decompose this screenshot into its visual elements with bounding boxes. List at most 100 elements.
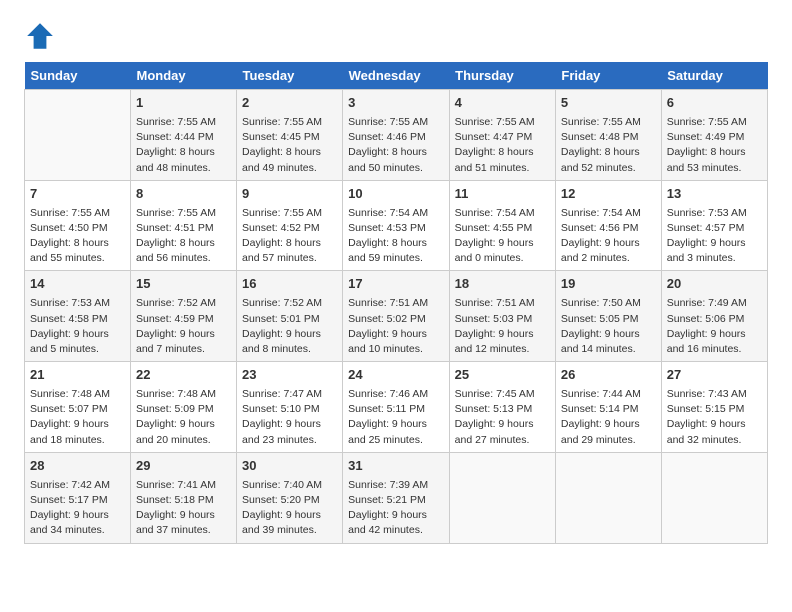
calendar-cell: 17 Sunrise: 7:51 AM Sunset: 5:02 PM Dayli…	[343, 271, 450, 362]
day-number: 25	[455, 366, 550, 385]
day-number: 27	[667, 366, 762, 385]
day-number: 14	[30, 275, 125, 294]
week-row-3: 14 Sunrise: 7:53 AM Sunset: 4:58 PM Dayli…	[25, 271, 768, 362]
day-info: Sunrise: 7:48 AM Sunset: 5:07 PM Dayligh…	[30, 387, 125, 448]
week-row-4: 21 Sunrise: 7:48 AM Sunset: 5:07 PM Dayli…	[25, 362, 768, 453]
day-number: 3	[348, 94, 444, 113]
day-number: 4	[455, 94, 550, 113]
day-number: 10	[348, 185, 444, 204]
day-number: 2	[242, 94, 337, 113]
logo	[24, 20, 62, 52]
day-number: 13	[667, 185, 762, 204]
logo-icon	[24, 20, 56, 52]
calendar-cell: 21 Sunrise: 7:48 AM Sunset: 5:07 PM Dayli…	[25, 362, 131, 453]
day-header-monday: Monday	[131, 62, 237, 90]
day-number: 22	[136, 366, 231, 385]
day-info: Sunrise: 7:52 AM Sunset: 5:01 PM Dayligh…	[242, 296, 337, 357]
day-number: 19	[561, 275, 656, 294]
day-number: 30	[242, 457, 337, 476]
calendar-cell: 16 Sunrise: 7:52 AM Sunset: 5:01 PM Dayli…	[237, 271, 343, 362]
day-info: Sunrise: 7:51 AM Sunset: 5:02 PM Dayligh…	[348, 296, 444, 357]
calendar-cell: 4 Sunrise: 7:55 AM Sunset: 4:47 PM Daylig…	[449, 90, 555, 181]
calendar-cell: 24 Sunrise: 7:46 AM Sunset: 5:11 PM Dayli…	[343, 362, 450, 453]
calendar-cell: 27 Sunrise: 7:43 AM Sunset: 5:15 PM Dayli…	[661, 362, 767, 453]
day-info: Sunrise: 7:55 AM Sunset: 4:46 PM Dayligh…	[348, 115, 444, 176]
day-header-tuesday: Tuesday	[237, 62, 343, 90]
day-info: Sunrise: 7:54 AM Sunset: 4:55 PM Dayligh…	[455, 206, 550, 267]
day-number: 15	[136, 275, 231, 294]
day-info: Sunrise: 7:40 AM Sunset: 5:20 PM Dayligh…	[242, 478, 337, 539]
page-header	[24, 20, 768, 52]
header-row: SundayMondayTuesdayWednesdayThursdayFrid…	[25, 62, 768, 90]
day-info: Sunrise: 7:55 AM Sunset: 4:51 PM Dayligh…	[136, 206, 231, 267]
day-number: 7	[30, 185, 125, 204]
day-info: Sunrise: 7:52 AM Sunset: 4:59 PM Dayligh…	[136, 296, 231, 357]
day-number: 18	[455, 275, 550, 294]
calendar-cell: 10 Sunrise: 7:54 AM Sunset: 4:53 PM Dayli…	[343, 180, 450, 271]
day-number: 5	[561, 94, 656, 113]
calendar-cell: 25Sunrise: 7:45 AM Sunset: 5:13 PM Dayli…	[449, 362, 555, 453]
calendar-cell: 2 Sunrise: 7:55 AM Sunset: 4:45 PM Daylig…	[237, 90, 343, 181]
day-number: 24	[348, 366, 444, 385]
day-info: Sunrise: 7:47 AM Sunset: 5:10 PM Dayligh…	[242, 387, 337, 448]
day-number: 9	[242, 185, 337, 204]
calendar-cell: 5 Sunrise: 7:55 AM Sunset: 4:48 PM Daylig…	[555, 90, 661, 181]
day-header-thursday: Thursday	[449, 62, 555, 90]
day-info: Sunrise: 7:51 AM Sunset: 5:03 PM Dayligh…	[455, 296, 550, 357]
day-info: Sunrise: 7:55 AM Sunset: 4:48 PM Dayligh…	[561, 115, 656, 176]
day-info: Sunrise: 7:39 AM Sunset: 5:21 PM Dayligh…	[348, 478, 444, 539]
calendar-cell: 9Sunrise: 7:55 AM Sunset: 4:52 PM Daylig…	[237, 180, 343, 271]
day-info: Sunrise: 7:55 AM Sunset: 4:47 PM Dayligh…	[455, 115, 550, 176]
day-info: Sunrise: 7:48 AM Sunset: 5:09 PM Dayligh…	[136, 387, 231, 448]
calendar-cell: 19 Sunrise: 7:50 AM Sunset: 5:05 PM Dayli…	[555, 271, 661, 362]
calendar-cell: 11Sunrise: 7:54 AM Sunset: 4:55 PM Dayli…	[449, 180, 555, 271]
calendar-cell: 8 Sunrise: 7:55 AM Sunset: 4:51 PM Daylig…	[131, 180, 237, 271]
day-info: Sunrise: 7:55 AM Sunset: 4:50 PM Dayligh…	[30, 206, 125, 267]
calendar-cell	[25, 90, 131, 181]
day-info: Sunrise: 7:46 AM Sunset: 5:11 PM Dayligh…	[348, 387, 444, 448]
day-info: Sunrise: 7:55 AM Sunset: 4:49 PM Dayligh…	[667, 115, 762, 176]
day-header-friday: Friday	[555, 62, 661, 90]
day-number: 8	[136, 185, 231, 204]
day-number: 6	[667, 94, 762, 113]
day-info: Sunrise: 7:53 AM Sunset: 4:58 PM Dayligh…	[30, 296, 125, 357]
day-header-wednesday: Wednesday	[343, 62, 450, 90]
day-number: 21	[30, 366, 125, 385]
day-info: Sunrise: 7:41 AM Sunset: 5:18 PM Dayligh…	[136, 478, 231, 539]
day-number: 23	[242, 366, 337, 385]
day-info: Sunrise: 7:49 AM Sunset: 5:06 PM Dayligh…	[667, 296, 762, 357]
calendar-cell: 6 Sunrise: 7:55 AM Sunset: 4:49 PM Daylig…	[661, 90, 767, 181]
day-number: 29	[136, 457, 231, 476]
week-row-5: 28 Sunrise: 7:42 AM Sunset: 5:17 PM Dayli…	[25, 452, 768, 543]
calendar-cell: 15 Sunrise: 7:52 AM Sunset: 4:59 PM Dayli…	[131, 271, 237, 362]
day-number: 1	[136, 94, 231, 113]
calendar-cell: 12Sunrise: 7:54 AM Sunset: 4:56 PM Dayli…	[555, 180, 661, 271]
calendar-cell: 14 Sunrise: 7:53 AM Sunset: 4:58 PM Dayli…	[25, 271, 131, 362]
calendar-cell: 30 Sunrise: 7:40 AM Sunset: 5:20 PM Dayli…	[237, 452, 343, 543]
calendar-cell: 3 Sunrise: 7:55 AM Sunset: 4:46 PM Daylig…	[343, 90, 450, 181]
day-header-sunday: Sunday	[25, 62, 131, 90]
calendar-cell	[449, 452, 555, 543]
day-info: Sunrise: 7:50 AM Sunset: 5:05 PM Dayligh…	[561, 296, 656, 357]
day-header-saturday: Saturday	[661, 62, 767, 90]
day-number: 16	[242, 275, 337, 294]
day-number: 26	[561, 366, 656, 385]
day-info: Sunrise: 7:43 AM Sunset: 5:15 PM Dayligh…	[667, 387, 762, 448]
day-number: 17	[348, 275, 444, 294]
calendar-cell: 1 Sunrise: 7:55 AM Sunset: 4:44 PM Daylig…	[131, 90, 237, 181]
day-info: Sunrise: 7:53 AM Sunset: 4:57 PM Dayligh…	[667, 206, 762, 267]
day-info: Sunrise: 7:42 AM Sunset: 5:17 PM Dayligh…	[30, 478, 125, 539]
calendar-cell	[555, 452, 661, 543]
day-number: 31	[348, 457, 444, 476]
calendar-cell: 23 Sunrise: 7:47 AM Sunset: 5:10 PM Dayli…	[237, 362, 343, 453]
day-info: Sunrise: 7:54 AM Sunset: 4:56 PM Dayligh…	[561, 206, 656, 267]
calendar-cell: 22 Sunrise: 7:48 AM Sunset: 5:09 PM Dayli…	[131, 362, 237, 453]
week-row-2: 7 Sunrise: 7:55 AM Sunset: 4:50 PM Daylig…	[25, 180, 768, 271]
calendar-cell: 28 Sunrise: 7:42 AM Sunset: 5:17 PM Dayli…	[25, 452, 131, 543]
day-info: Sunrise: 7:55 AM Sunset: 4:44 PM Dayligh…	[136, 115, 231, 176]
day-info: Sunrise: 7:54 AM Sunset: 4:53 PM Dayligh…	[348, 206, 444, 267]
day-info: Sunrise: 7:55 AM Sunset: 4:45 PM Dayligh…	[242, 115, 337, 176]
calendar-cell	[661, 452, 767, 543]
day-number: 28	[30, 457, 125, 476]
calendar-cell: 31 Sunrise: 7:39 AM Sunset: 5:21 PM Dayli…	[343, 452, 450, 543]
